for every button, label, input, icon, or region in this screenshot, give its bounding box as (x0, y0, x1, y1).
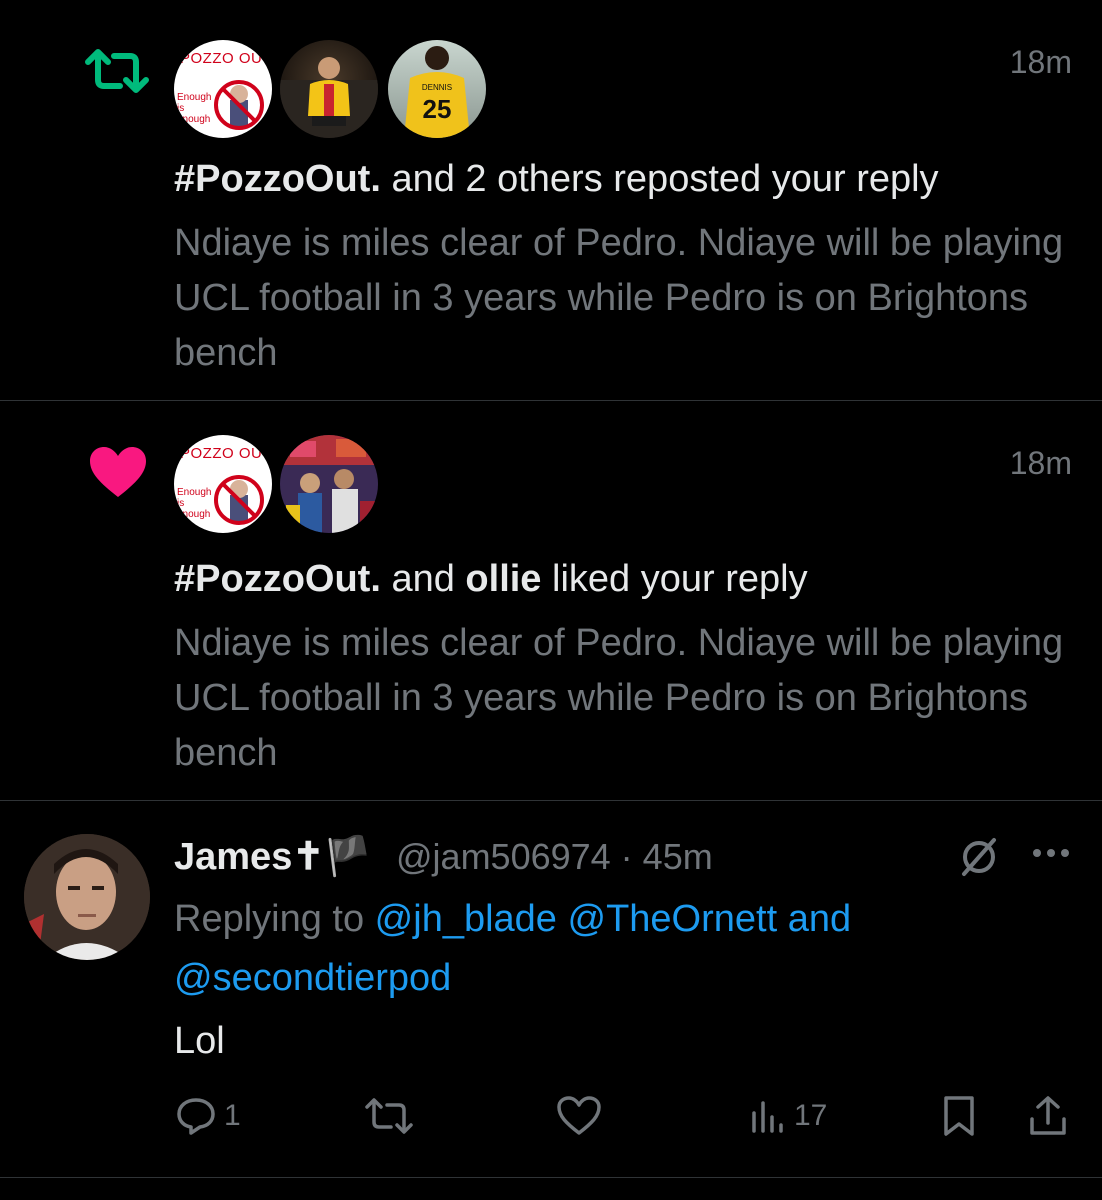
svg-text:25: 25 (423, 94, 452, 124)
divider (0, 1177, 1102, 1178)
repost-icon (85, 49, 149, 93)
yellow-shirt-avatar[interactable] (280, 40, 378, 138)
notification-headline: #PozzoOut. and ollie liked your reply (174, 558, 808, 600)
grok-icon[interactable] (958, 836, 1000, 878)
share-icon (1030, 1096, 1066, 1135)
actor-name[interactable]: #PozzoOut. (174, 158, 381, 200)
tweet-text: Lol (174, 1020, 225, 1062)
profile-photo (24, 834, 150, 960)
bookmark-button[interactable] (942, 1092, 976, 1140)
quoted-reply-text: Ndiaye is miles clear of Pedro. Ndiaye w… (174, 622, 1064, 774)
notification-like[interactable]: POZZO OUT Enough is enough 18m #PozzoOut… (0, 401, 1102, 800)
views-button[interactable]: 17 (750, 1092, 827, 1140)
notification-headline: #PozzoOut. and 2 others reposted your re… (174, 158, 939, 200)
reply-button[interactable]: 1 (176, 1092, 241, 1140)
actor-name[interactable]: #PozzoOut. (174, 558, 381, 600)
pozzo-out-avatar[interactable]: POZZO OUT Enough is enough (174, 435, 272, 533)
dennis-25-avatar[interactable]: DENNIS 25 (388, 40, 486, 138)
reply-count: 1 (224, 1099, 241, 1132)
user-avatar[interactable] (24, 834, 150, 960)
crowd-photo (280, 435, 378, 533)
player-photo: DENNIS 25 (404, 46, 470, 138)
svg-text:DENNIS: DENNIS (422, 83, 452, 92)
no-symbol-icon (214, 475, 264, 525)
bookmark-icon (944, 1096, 974, 1136)
more-options-icon[interactable] (1030, 846, 1072, 860)
like-icon (557, 1096, 601, 1135)
display-name[interactable]: James✝🏴 (174, 834, 371, 879)
repost-icon (365, 1098, 413, 1134)
handle-and-time[interactable]: @jam506974 · 45m (396, 836, 713, 878)
notification-time: 18m (1009, 445, 1072, 481)
pozzo-out-avatar[interactable]: POZZO OUT Enough is enough (174, 40, 272, 138)
reply-icon (177, 1098, 215, 1135)
notification-repost[interactable]: POZZO OUT Enough is enough DENNIS 25 18m… (0, 0, 1102, 400)
quoted-reply-text: Ndiaye is miles clear of Pedro. Ndiaye w… (174, 222, 1064, 374)
heart-icon (90, 447, 146, 497)
share-button[interactable] (1028, 1092, 1068, 1140)
analytics-icon (752, 1101, 783, 1133)
replying-to: Replying to @jh_blade @TheOrnett and @se… (174, 898, 852, 999)
player-photo (280, 57, 378, 138)
crowd-avatar[interactable] (280, 435, 378, 533)
no-symbol-icon (214, 80, 264, 130)
repost-button[interactable] (364, 1092, 414, 1140)
notification-time: 18m (1009, 44, 1072, 80)
actor-name[interactable]: ollie (465, 558, 541, 600)
views-count: 17 (794, 1099, 828, 1132)
like-button[interactable] (556, 1092, 602, 1140)
